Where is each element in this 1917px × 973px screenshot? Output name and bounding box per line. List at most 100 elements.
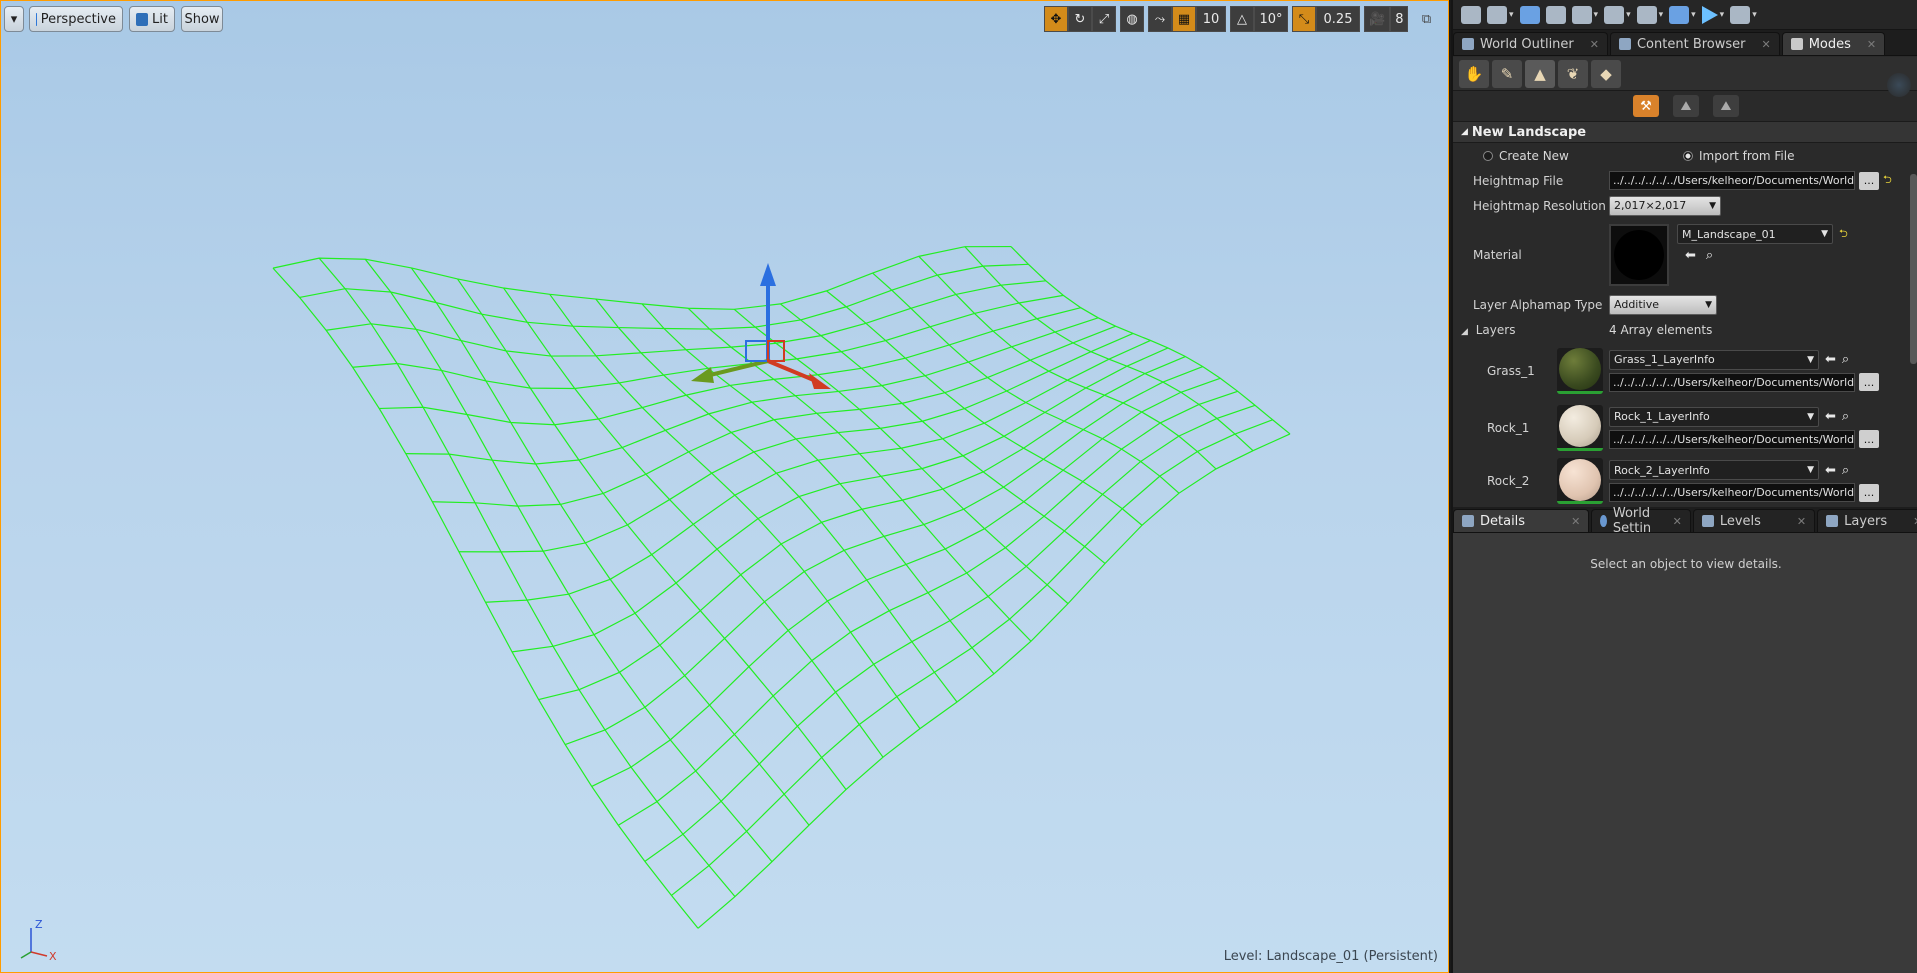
create-new-radio[interactable] xyxy=(1483,150,1493,161)
layer-browse-button[interactable]: ... xyxy=(1859,483,1879,502)
scale-snap-value[interactable]: 0.25 xyxy=(1316,6,1360,32)
tab-modes[interactable]: Modes ✕ xyxy=(1781,32,1886,55)
build-button[interactable]: ▾ xyxy=(1669,3,1696,27)
close-icon[interactable]: ✕ xyxy=(1590,38,1599,51)
layer-thumbnail[interactable] xyxy=(1557,404,1603,451)
tab-world-outliner[interactable]: World Outliner ✕ xyxy=(1453,32,1608,55)
layer-info-select[interactable]: Grass_1_LayerInfo ▼ xyxy=(1609,349,1819,370)
layers-header[interactable]: ◢ Layers xyxy=(1453,323,1609,337)
close-icon[interactable]: ✕ xyxy=(1673,515,1682,528)
tab-label: World Outliner xyxy=(1480,36,1574,52)
grid-snap-icon[interactable]: ▦ xyxy=(1172,6,1196,32)
transform-toolbar: ✥ ↻ ⤢ ◍ ⤳ ▦ 10 △ 10° ⤡ 0.25 🎥 8 ⧉ xyxy=(1044,6,1438,32)
level-viewport[interactable]: ▾ Perspective Lit Show ✥ ↻ ⤢ ◍ ⤳ ▦ 10 △ … xyxy=(0,0,1449,973)
use-selected-icon[interactable]: ⬅ xyxy=(1825,463,1836,478)
modes-panel: ✋ ✎ ▲ ❦ ◆ ⚒ ⛰ ⛰ ◢ New Landscape Create N… xyxy=(1453,57,1917,507)
maximize-icon[interactable]: ⧉ xyxy=(1414,6,1438,32)
reset-icon[interactable]: ⮌ xyxy=(1883,171,1892,190)
heightmap-resolution-select[interactable]: 2,017×2,017 ▼ xyxy=(1609,195,1721,216)
rotate-mode-icon[interactable]: ↻ xyxy=(1068,6,1092,32)
cinematics-button[interactable]: ▾ xyxy=(1636,3,1663,27)
play-button[interactable]: ▾ xyxy=(1701,3,1724,27)
tab-content-browser[interactable]: Content Browser ✕ xyxy=(1609,32,1780,55)
world-local-icon[interactable]: ◍ xyxy=(1120,6,1144,32)
show-button[interactable]: Show xyxy=(181,6,223,32)
browse-icon[interactable]: ⌕ xyxy=(1842,463,1849,478)
main-toolbar: ▾ ▾ ▾ ▾ ▾ ▾ ▾ xyxy=(1453,0,1917,30)
settings-button[interactable]: ▾ xyxy=(1571,3,1598,27)
content-icon xyxy=(1519,5,1540,24)
place-mode-icon[interactable]: ✋ xyxy=(1459,59,1489,88)
material-thumbnail[interactable] xyxy=(1609,224,1669,286)
blueprints-button[interactable]: ▾ xyxy=(1604,3,1631,27)
new-landscape-header[interactable]: ◢ New Landscape xyxy=(1453,121,1917,143)
paint-mode-icon[interactable]: ✎ xyxy=(1492,59,1522,88)
layer-browse-button[interactable]: ... xyxy=(1859,373,1879,391)
scale-snap-icon[interactable]: ⤡ xyxy=(1292,6,1316,32)
scale-mode-icon[interactable]: ⤢ xyxy=(1092,6,1116,32)
layer-path-field[interactable]: ../../../../../../Users/kelheor/Document… xyxy=(1609,372,1855,392)
tab-details[interactable]: Details ✕ xyxy=(1453,509,1590,532)
browse-icon[interactable]: ⌕ xyxy=(1706,248,1713,263)
source-control-button[interactable]: ▾ xyxy=(1487,3,1514,27)
close-icon[interactable]: ✕ xyxy=(1571,515,1580,528)
layer-info-select[interactable]: Rock_2_LayerInfo ▼ xyxy=(1609,460,1819,480)
layer-thumbnail[interactable] xyxy=(1557,347,1603,394)
camera-speed-icon[interactable]: 🎥 xyxy=(1364,6,1391,32)
save-button[interactable] xyxy=(1461,3,1481,27)
translate-mode-icon[interactable]: ✥ xyxy=(1044,6,1068,32)
camera-speed-value[interactable]: 8 xyxy=(1390,6,1409,32)
material-label: Material xyxy=(1473,248,1522,262)
geometry-mode-icon[interactable]: ◆ xyxy=(1591,59,1621,88)
create-new-option[interactable]: Create New xyxy=(1453,149,1683,163)
modes-scrollbar[interactable] xyxy=(1910,174,1917,364)
layer-thumbnail[interactable] xyxy=(1557,458,1603,504)
browse-icon[interactable]: ⌕ xyxy=(1842,409,1849,424)
heightmap-file-field[interactable]: ../../../../../../Users/kelheor/Document… xyxy=(1609,171,1855,190)
import-from-file-option[interactable]: Import from File xyxy=(1683,149,1794,163)
close-icon[interactable]: ✕ xyxy=(1762,38,1771,51)
marketplace-button[interactable] xyxy=(1545,3,1566,27)
landscape-mode-icon[interactable]: ▲ xyxy=(1525,59,1555,88)
import-from-file-radio[interactable] xyxy=(1683,150,1693,161)
tab-world-settings[interactable]: World Settin ✕ xyxy=(1591,506,1691,536)
use-selected-icon[interactable]: ⬅ xyxy=(1685,248,1696,263)
surface-snap-icon[interactable]: ⤳ xyxy=(1148,6,1172,32)
reset-icon[interactable]: ⮌ xyxy=(1839,225,1848,244)
content-button[interactable] xyxy=(1519,3,1540,27)
globe-icon xyxy=(1600,515,1607,527)
close-icon[interactable]: ✕ xyxy=(1797,515,1806,528)
heightmap-browse-button[interactable]: ... xyxy=(1859,171,1879,190)
launch-button[interactable]: ▾ xyxy=(1730,3,1757,27)
layer-browse-button[interactable]: ... xyxy=(1859,430,1879,448)
material-select[interactable]: M_Landscape_01 ▼ xyxy=(1677,224,1833,244)
close-icon[interactable]: ✕ xyxy=(1867,38,1876,51)
layer-info-select[interactable]: Rock_1_LayerInfo ▼ xyxy=(1609,406,1819,427)
browse-icon[interactable]: ⌕ xyxy=(1842,352,1849,367)
layer-path-field[interactable]: ../../../../../../Users/kelheor/Document… xyxy=(1609,429,1855,449)
tab-layers[interactable]: Layers ✕ xyxy=(1817,509,1917,532)
use-selected-icon[interactable]: ⬅ xyxy=(1825,409,1836,424)
alphamap-type-select[interactable]: Additive ▼ xyxy=(1609,294,1717,315)
tab-levels[interactable]: Levels ✕ xyxy=(1692,509,1816,532)
viewport-menu-button[interactable]: ▾ xyxy=(4,6,24,32)
rotation-snap-value[interactable]: 10° xyxy=(1254,6,1288,32)
paint-tab-icon[interactable]: ⛰ xyxy=(1713,95,1739,117)
close-icon[interactable]: ✕ xyxy=(1913,515,1917,528)
foliage-mode-icon[interactable]: ❦ xyxy=(1558,59,1588,88)
layer-info-value: Rock_1_LayerInfo xyxy=(1614,410,1710,423)
chevron-down-icon: ▼ xyxy=(1821,229,1828,239)
use-selected-icon[interactable]: ⬅ xyxy=(1825,352,1836,367)
chevron-down-icon: ▾ xyxy=(10,11,18,27)
sculpt-tab-icon[interactable]: ⛰ xyxy=(1673,95,1699,117)
landscape-wireframe xyxy=(272,245,1291,929)
rotation-snap-icon[interactable]: △ xyxy=(1230,6,1254,32)
manage-tab-icon[interactable]: ⚒ xyxy=(1633,95,1659,117)
tab-label: World Settin xyxy=(1612,506,1652,536)
tab-label: Details xyxy=(1480,513,1526,529)
grid-snap-value[interactable]: 10 xyxy=(1196,6,1226,32)
perspective-button[interactable]: Perspective xyxy=(29,6,123,32)
landscape-gizmo-icon[interactable] xyxy=(1887,73,1911,97)
lit-button[interactable]: Lit xyxy=(129,6,175,32)
layer-path-field[interactable]: ../../../../../../Users/kelheor/Document… xyxy=(1609,483,1855,502)
